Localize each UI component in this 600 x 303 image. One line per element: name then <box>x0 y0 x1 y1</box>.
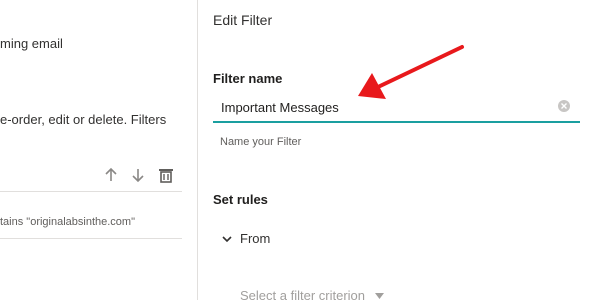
trash-icon <box>159 169 173 183</box>
from-rule-toggle[interactable]: From <box>222 231 270 246</box>
delete-filter-button[interactable] <box>157 166 175 184</box>
filter-name-input[interactable] <box>221 97 551 117</box>
filter-name-label: Filter name <box>213 71 283 86</box>
chevron-down-icon <box>222 235 232 242</box>
list-divider <box>0 191 182 192</box>
arrow-down-icon <box>132 169 144 183</box>
clear-input-button[interactable] <box>558 100 570 112</box>
from-label: From <box>240 231 271 246</box>
list-divider <box>0 238 182 239</box>
clear-circle-icon <box>561 103 567 109</box>
caret-down-icon <box>375 292 384 299</box>
panel-title: Edit Filter <box>213 12 273 28</box>
filter-rule-item[interactable]: tains "originalabsinthe.com" <box>0 216 135 228</box>
arrow-up-icon <box>105 167 117 181</box>
filters-description-line1: ming email <box>0 36 63 51</box>
edit-filter-panel: Edit Filter Filter name Name your Filter… <box>198 0 600 303</box>
set-rules-label: Set rules <box>213 192 268 207</box>
filter-name-helper: Name your Filter <box>220 136 302 148</box>
criterion-placeholder: Select a filter criterion <box>240 288 365 303</box>
move-down-button[interactable] <box>129 166 147 184</box>
filter-criterion-dropdown[interactable]: Select a filter criterion <box>240 288 384 303</box>
move-up-button[interactable] <box>102 166 120 184</box>
filter-name-field[interactable] <box>213 93 580 123</box>
filters-list-pane: ming email e-order, edit or delete. Filt… <box>0 0 198 300</box>
filters-description-line2: e-order, edit or delete. Filters <box>0 112 167 127</box>
